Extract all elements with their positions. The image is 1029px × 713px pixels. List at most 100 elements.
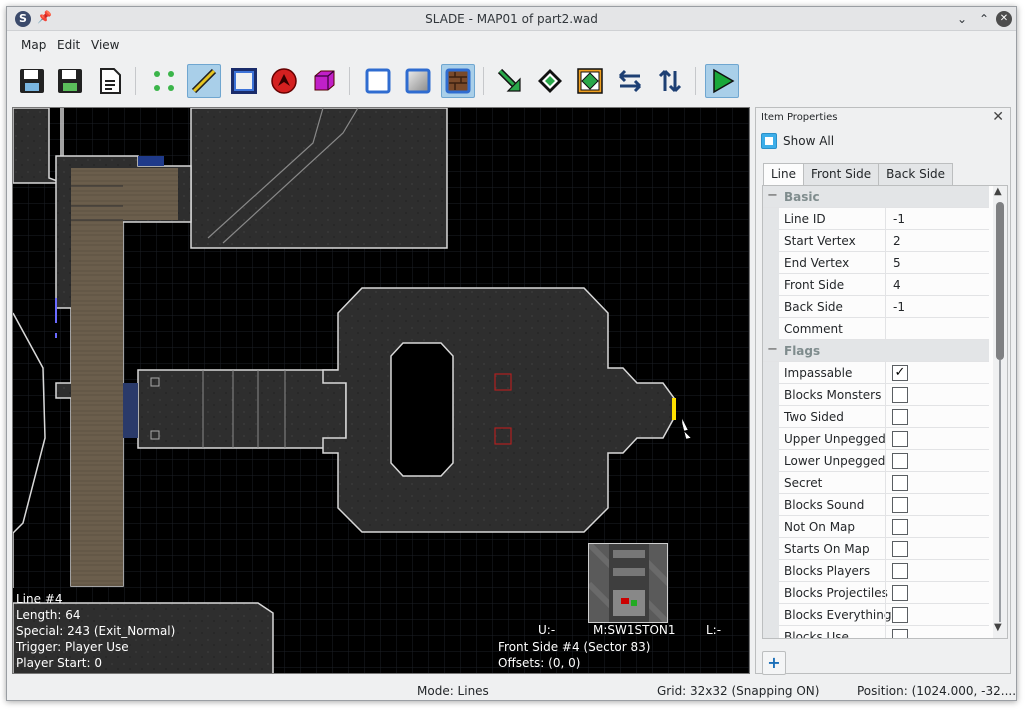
window-title: SLADE - MAP01 of part2.wad — [425, 12, 598, 26]
property-row[interactable]: Front Side 4 — [763, 274, 989, 296]
property-name: End Vertex — [784, 256, 850, 270]
flag-row[interactable]: Not On Map — [763, 516, 989, 538]
category-label: Flags — [784, 344, 821, 358]
flag-row[interactable]: Blocks Everything — [763, 604, 989, 626]
script-editor-icon[interactable] — [533, 64, 567, 98]
sector-outline — [190, 108, 448, 249]
map-properties-icon[interactable] — [573, 64, 607, 98]
property-tabs: Line Front Side Back Side — [763, 163, 954, 186]
property-value[interactable]: 5 — [893, 256, 901, 270]
main-window: S 📌 SLADE - MAP01 of part2.wad ⌄ ⌃ ✕ Map… — [6, 6, 1017, 701]
status-grid: Grid: 32x32 (Snapping ON) — [657, 684, 820, 698]
category-flags[interactable]: − Flags — [763, 340, 989, 362]
status-position: Position: (1024.000, -32.... — [857, 684, 1017, 698]
add-property-button[interactable]: + — [762, 651, 786, 675]
show-all-checkbox[interactable]: Show All — [761, 133, 834, 149]
flip-vertical-icon[interactable] — [653, 64, 687, 98]
scroll-up-icon[interactable]: ▲ — [994, 186, 1002, 197]
flag-name: Starts On Map — [784, 542, 870, 556]
flat-mode-normal-icon[interactable] — [361, 64, 395, 98]
collapse-icon[interactable]: − — [767, 188, 778, 203]
flag-name: Blocks Use — [784, 630, 849, 639]
map-checks-icon[interactable] — [493, 64, 527, 98]
property-value[interactable]: -1 — [893, 212, 905, 226]
vertices-mode-icon[interactable] — [147, 64, 181, 98]
property-row[interactable]: Comment — [763, 318, 989, 340]
flag-checkbox[interactable] — [892, 607, 908, 623]
line-info-id: Line #4 — [16, 592, 63, 606]
3d-mode-icon[interactable] — [307, 64, 341, 98]
property-row[interactable]: End Vertex 5 — [763, 252, 989, 274]
category-basic[interactable]: − Basic — [763, 186, 989, 208]
maximize-icon[interactable]: ⌃ — [976, 11, 992, 27]
flag-checkbox[interactable] — [892, 541, 908, 557]
texture-preview — [588, 543, 668, 623]
property-name: Front Side — [784, 278, 845, 292]
checkbox-icon[interactable] — [761, 133, 777, 149]
property-row[interactable]: Start Vertex 2 — [763, 230, 989, 252]
flag-checkbox[interactable]: ✓ — [892, 365, 908, 381]
flag-row[interactable]: Blocks Use — [763, 626, 989, 639]
flag-checkbox[interactable] — [892, 453, 908, 469]
flag-row[interactable]: Secret — [763, 472, 989, 494]
flat-mode-textured-icon[interactable] — [401, 64, 435, 98]
flag-row[interactable]: Blocks Sound — [763, 494, 989, 516]
property-scrollbar[interactable]: ▲ ▼ — [993, 186, 1007, 638]
flat-mode-textured-full-icon[interactable] — [441, 64, 475, 98]
texture-lower: L:- — [706, 623, 722, 637]
save-all-icon[interactable] — [53, 64, 87, 98]
flag-row[interactable]: Upper Unpegged — [763, 428, 989, 450]
flag-row[interactable]: Lower Unpegged — [763, 450, 989, 472]
line-info-length: Length: 64 — [16, 608, 81, 622]
menu-view[interactable]: View — [91, 38, 119, 52]
flag-checkbox[interactable] — [892, 387, 908, 403]
texture-labels: U:- M:SW1STON1 L:- — [538, 623, 748, 639]
flag-name: Blocks Players — [784, 564, 871, 578]
menu-edit[interactable]: Edit — [57, 38, 80, 52]
flag-row[interactable]: Starts On Map — [763, 538, 989, 560]
scroll-thumb[interactable] — [996, 202, 1004, 360]
run-map-icon[interactable] — [705, 64, 739, 98]
flag-checkbox[interactable] — [892, 431, 908, 447]
flag-checkbox[interactable] — [892, 563, 908, 579]
flip-horizontal-icon[interactable] — [613, 64, 647, 98]
property-value[interactable]: 2 — [893, 234, 901, 248]
property-row[interactable]: Back Side -1 — [763, 296, 989, 318]
collapse-icon[interactable]: − — [767, 342, 778, 357]
sector-outline — [137, 369, 347, 449]
flag-row[interactable]: Blocks Monsters — [763, 384, 989, 406]
property-value[interactable]: 4 — [893, 278, 901, 292]
flag-checkbox[interactable] — [892, 475, 908, 491]
property-name: Line ID — [784, 212, 826, 226]
flag-row[interactable]: Blocks Projectiles — [763, 582, 989, 604]
scroll-down-icon[interactable]: ▼ — [994, 622, 1002, 633]
property-name: Start Vertex — [784, 234, 856, 248]
sectors-mode-icon[interactable] — [227, 64, 261, 98]
tab-line[interactable]: Line — [763, 163, 805, 186]
minimize-icon[interactable]: ⌄ — [954, 11, 970, 27]
tab-front-side[interactable]: Front Side — [803, 163, 880, 185]
lines-mode-icon[interactable] — [187, 64, 221, 98]
flag-checkbox[interactable] — [892, 629, 908, 638]
flag-checkbox[interactable] — [892, 585, 908, 601]
title-bar: S 📌 SLADE - MAP01 of part2.wad ⌄ ⌃ ✕ — [7, 7, 1016, 31]
flag-checkbox[interactable] — [892, 409, 908, 425]
flag-checkbox[interactable] — [892, 497, 908, 513]
tab-back-side[interactable]: Back Side — [878, 163, 954, 185]
texture-middle: M:SW1STON1 — [593, 623, 676, 637]
property-row[interactable]: Line ID -1 — [763, 208, 989, 230]
save-as-icon[interactable] — [93, 64, 127, 98]
flag-row[interactable]: Two Sided — [763, 406, 989, 428]
panel-close-icon[interactable]: ✕ — [992, 109, 1004, 125]
line-info-player-start: Player Start: 0 — [16, 656, 102, 670]
things-mode-icon[interactable] — [267, 64, 301, 98]
flag-row[interactable]: Blocks Players — [763, 560, 989, 582]
flag-name: Blocks Monsters — [784, 388, 882, 402]
map-canvas[interactable]: Line #4 Length: 64 Special: 243 (Exit_No… — [12, 107, 750, 674]
save-icon[interactable] — [15, 64, 49, 98]
close-icon[interactable]: ✕ — [996, 11, 1012, 27]
property-value[interactable]: -1 — [893, 300, 905, 314]
flag-checkbox[interactable] — [892, 519, 908, 535]
flag-row[interactable]: Impassable ✓ — [763, 362, 989, 384]
menu-map[interactable]: Map — [21, 38, 46, 52]
